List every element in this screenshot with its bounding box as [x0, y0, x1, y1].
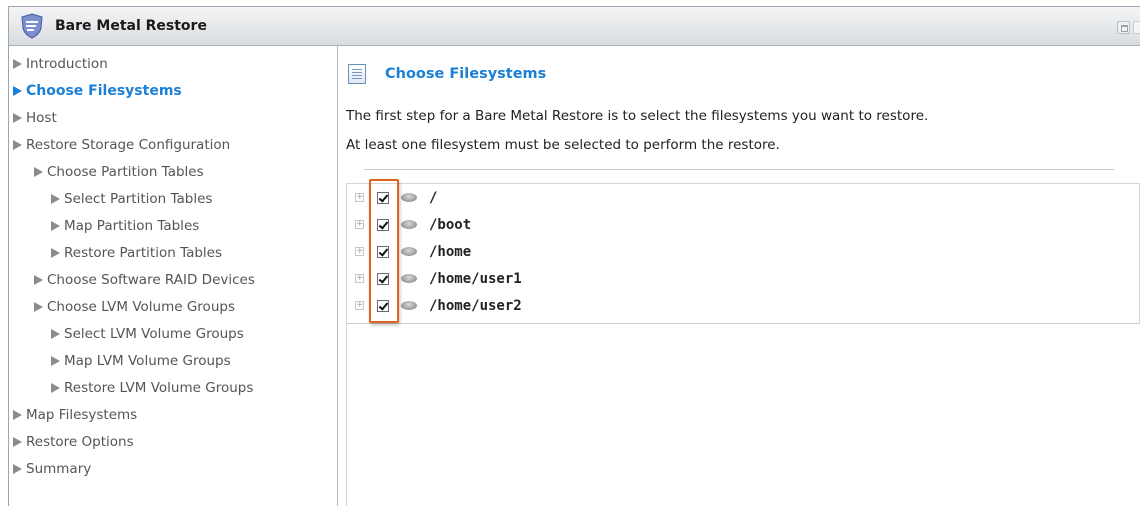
- document-list-icon: [348, 64, 366, 84]
- nav-item-label: Introduction: [26, 56, 108, 72]
- nav-item-label: Restore Storage Configuration: [26, 137, 231, 153]
- nav-item-host[interactable]: Host: [13, 108, 57, 128]
- window-title: Bare Metal Restore: [55, 18, 207, 34]
- filesystem-tree: + / + /boot + /home + /home/user1 + /hom…: [346, 183, 1140, 324]
- filesystem-label: /boot: [429, 216, 472, 233]
- arrow-right-icon: [51, 383, 60, 393]
- arrow-right-icon: [13, 86, 22, 96]
- disk-icon: [401, 247, 417, 256]
- nav-item-choose-software-raid-devices[interactable]: Choose Software RAID Devices: [34, 270, 255, 290]
- nav-item-choose-lvm-volume-groups[interactable]: Choose LVM Volume Groups: [34, 297, 235, 317]
- expand-plus-icon[interactable]: +: [355, 247, 364, 256]
- title-bar: Bare Metal Restore: [9, 7, 1140, 46]
- filesystem-label: /: [429, 189, 438, 206]
- filesystem-checkbox[interactable]: [377, 218, 389, 231]
- nav-item-map-filesystems[interactable]: Map Filesystems: [13, 405, 137, 425]
- disk-icon: [401, 274, 417, 283]
- filesystem-checkbox[interactable]: [377, 245, 389, 258]
- nav-item-label: Restore Partition Tables: [64, 245, 223, 261]
- nav-item-label: Map Filesystems: [26, 407, 138, 423]
- nav-item-label: Choose Partition Tables: [47, 164, 204, 180]
- disk-icon: [401, 220, 417, 229]
- nav-item-map-partition-tables[interactable]: Map Partition Tables: [51, 216, 199, 236]
- arrow-right-icon: [34, 275, 43, 285]
- arrow-right-icon: [51, 329, 60, 339]
- arrow-right-icon: [51, 221, 60, 231]
- nav-item-restore-storage-configuration[interactable]: Restore Storage Configuration: [13, 135, 230, 155]
- page-title: Choose Filesystems: [385, 66, 547, 82]
- filesystem-label: /home/user2: [429, 297, 522, 314]
- tree-row-home-user1[interactable]: + /home/user1: [347, 265, 1139, 292]
- nav-item-label: Choose Filesystems: [26, 83, 182, 99]
- expand-plus-icon[interactable]: +: [355, 274, 364, 283]
- nav-item-label: Select LVM Volume Groups: [64, 326, 244, 342]
- nav-item-select-lvm-volume-groups[interactable]: Select LVM Volume Groups: [51, 324, 244, 344]
- tree-row-home-user2[interactable]: + /home/user2: [347, 292, 1139, 319]
- filesystem-label: /home: [429, 243, 472, 260]
- expand-plus-icon[interactable]: +: [355, 301, 364, 310]
- shield-logo-icon: [21, 13, 43, 39]
- arrow-right-icon: [34, 167, 43, 177]
- expand-plus-icon[interactable]: +: [355, 193, 364, 202]
- maximize-button[interactable]: [1117, 21, 1130, 34]
- divider: [364, 169, 1114, 170]
- arrow-right-icon: [51, 248, 60, 258]
- nav-item-label: Choose LVM Volume Groups: [47, 299, 235, 315]
- arrow-right-icon: [13, 410, 22, 420]
- nav-item-label: Map LVM Volume Groups: [64, 353, 231, 369]
- arrow-right-icon: [13, 140, 22, 150]
- disk-icon: [401, 193, 417, 202]
- nav-item-restore-lvm-volume-groups[interactable]: Restore LVM Volume Groups: [51, 378, 253, 398]
- nav-item-restore-options[interactable]: Restore Options: [13, 432, 134, 452]
- nav-item-label: Choose Software RAID Devices: [47, 272, 255, 288]
- filesystem-checkbox[interactable]: [377, 272, 389, 285]
- nav-item-choose-filesystems[interactable]: Choose Filesystems: [13, 81, 182, 101]
- arrow-right-icon: [51, 194, 60, 204]
- arrow-right-icon: [13, 59, 22, 69]
- expand-plus-icon[interactable]: +: [355, 220, 364, 229]
- nav-item-choose-partition-tables[interactable]: Choose Partition Tables: [34, 162, 204, 182]
- tree-row-root[interactable]: + /: [347, 184, 1139, 211]
- arrow-right-icon: [13, 437, 22, 447]
- main-content: Choose Filesystems The first step for a …: [338, 46, 1140, 506]
- nav-item-label: Host: [26, 110, 57, 126]
- nav-item-label: Restore LVM Volume Groups: [64, 380, 254, 396]
- nav-item-select-partition-tables[interactable]: Select Partition Tables: [51, 189, 212, 209]
- wizard-nav-sidebar: Introduction Choose Filesystems Host Res…: [9, 46, 338, 506]
- app-window: Bare Metal Restore Introduction Choose F…: [8, 6, 1140, 506]
- arrow-right-icon: [34, 302, 43, 312]
- description-text: At least one filesystem must be selected…: [346, 137, 780, 153]
- close-button[interactable]: [1133, 21, 1140, 34]
- nav-item-label: Map Partition Tables: [64, 218, 200, 234]
- filesystem-label: /home/user1: [429, 270, 522, 287]
- arrow-right-icon: [51, 356, 60, 366]
- nav-item-summary[interactable]: Summary: [13, 459, 91, 479]
- nav-item-introduction[interactable]: Introduction: [13, 54, 108, 74]
- disk-icon: [401, 301, 417, 310]
- arrow-right-icon: [13, 113, 22, 123]
- filesystem-checkbox[interactable]: [377, 299, 389, 312]
- nav-item-label: Select Partition Tables: [64, 191, 213, 207]
- nav-item-label: Summary: [26, 461, 92, 477]
- nav-item-label: Restore Options: [26, 434, 134, 450]
- content-frame-line: [346, 324, 347, 506]
- description-text: The first step for a Bare Metal Restore …: [346, 108, 929, 124]
- nav-item-restore-partition-tables[interactable]: Restore Partition Tables: [51, 243, 222, 263]
- tree-row-home[interactable]: + /home: [347, 238, 1139, 265]
- nav-item-map-lvm-volume-groups[interactable]: Map LVM Volume Groups: [51, 351, 231, 371]
- filesystem-checkbox[interactable]: [377, 191, 389, 204]
- tree-row-boot[interactable]: + /boot: [347, 211, 1139, 238]
- arrow-right-icon: [13, 464, 22, 474]
